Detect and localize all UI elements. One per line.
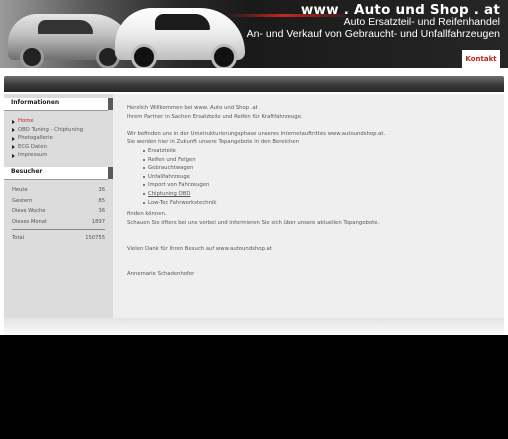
finden-text: finden können.: [127, 211, 167, 218]
sidebar-item-home[interactable]: Home: [4, 117, 104, 126]
sidebar-item-impressum[interactable]: Impressum: [4, 151, 104, 160]
bullet-icon: [143, 167, 145, 170]
sidebar-item-obd-tuning[interactable]: OBD Tuning - Chiptuning: [4, 126, 104, 135]
list-item: Unfallfahrzeuge: [127, 173, 497, 182]
arrow-right-icon: [12, 136, 15, 141]
offers-intro-text: Sie werden hier in Zukunft unsere Topang…: [127, 139, 299, 146]
visitor-stats: Heute 36 Gestern 85 Diese Woche 36 Dieses M…: [12, 185, 105, 244]
schauen-text: Schauen Sie öfters bei uns vorbei und in…: [127, 219, 380, 226]
arrow-right-icon: [12, 119, 15, 124]
list-item: Low-Tec Fahrwerkstechnik: [127, 199, 497, 208]
welcome-text: Herzlich Willkommen bei www. Auto und Sh…: [127, 105, 258, 111]
site-header: www . Auto und Shop . at Auto Ersatzteil…: [0, 0, 508, 68]
bullet-icon: [143, 158, 145, 161]
stat-row-today: Heute 36: [12, 187, 105, 193]
list-item: Reifen und Felgen: [127, 156, 497, 165]
bullet-icon: [143, 149, 145, 152]
visitors-box-header: Besucher: [4, 167, 113, 180]
info-box-title: Informationen: [11, 99, 60, 106]
restructuring-text: Wir befinden uns in der Umstrukturierung…: [127, 130, 386, 137]
offer-categories-list: Ersatzteile Reifen und Felgen Gebrauchtw…: [127, 147, 497, 207]
navigation-bar: [4, 76, 504, 92]
tagline-secondary: An- und Verkauf von Gebraucht- und Unfal…: [246, 28, 500, 40]
footer-shadow: [4, 318, 504, 335]
list-item: Gebrauchtwagen: [127, 164, 497, 173]
contact-button[interactable]: Kontakt: [462, 50, 500, 68]
arrow-right-icon: [12, 145, 15, 149]
list-item: Ersatzteile: [127, 147, 497, 156]
header-car-image: [0, 0, 250, 68]
thanks-text: Vielen Dank für Ihren Besuch auf www.aut…: [127, 245, 272, 252]
sidebar-item-ecg-daten[interactable]: ECG Daten: [4, 143, 104, 152]
visitors-box-title: Besucher: [11, 168, 43, 175]
stat-row-yesterday: Gestern 85: [12, 197, 105, 204]
stat-row-total: Total 150755: [12, 235, 105, 241]
signature-text: Annemarie Schadenhofer: [127, 271, 195, 278]
stat-row-this-month: Dieses Monat 1897: [12, 218, 105, 225]
bullet-icon: [143, 201, 145, 204]
chiptuning-obd-link[interactable]: Chiptuning OBD: [127, 190, 497, 199]
partner-text: Ihrem Partner in Sachen Ersatzteile und …: [127, 113, 303, 120]
sidebar-item-photogallerie[interactable]: Photogallerie: [4, 134, 104, 143]
main-content: Herzlich Willkommen bei www. Auto und Sh…: [113, 94, 504, 318]
bullet-icon: [143, 184, 145, 187]
tagline-primary: Auto Ersatzteil- und Reifenhandel: [343, 16, 500, 28]
stat-row-this-week: Diese Woche 36: [12, 208, 105, 214]
stats-divider: [12, 229, 105, 230]
info-box-header: Informationen: [4, 98, 113, 111]
sidebar-nav: Home OBD Tuning - Chiptuning Photogaller…: [4, 117, 104, 160]
list-item: Import von Fahrzeugen: [127, 181, 497, 190]
page: www . Auto und Shop . at Auto Ersatzteil…: [0, 0, 508, 335]
bullet-icon: [143, 175, 145, 178]
bullet-icon: [143, 192, 145, 195]
arrow-right-icon: [12, 128, 15, 132]
arrow-right-icon: [12, 153, 15, 158]
